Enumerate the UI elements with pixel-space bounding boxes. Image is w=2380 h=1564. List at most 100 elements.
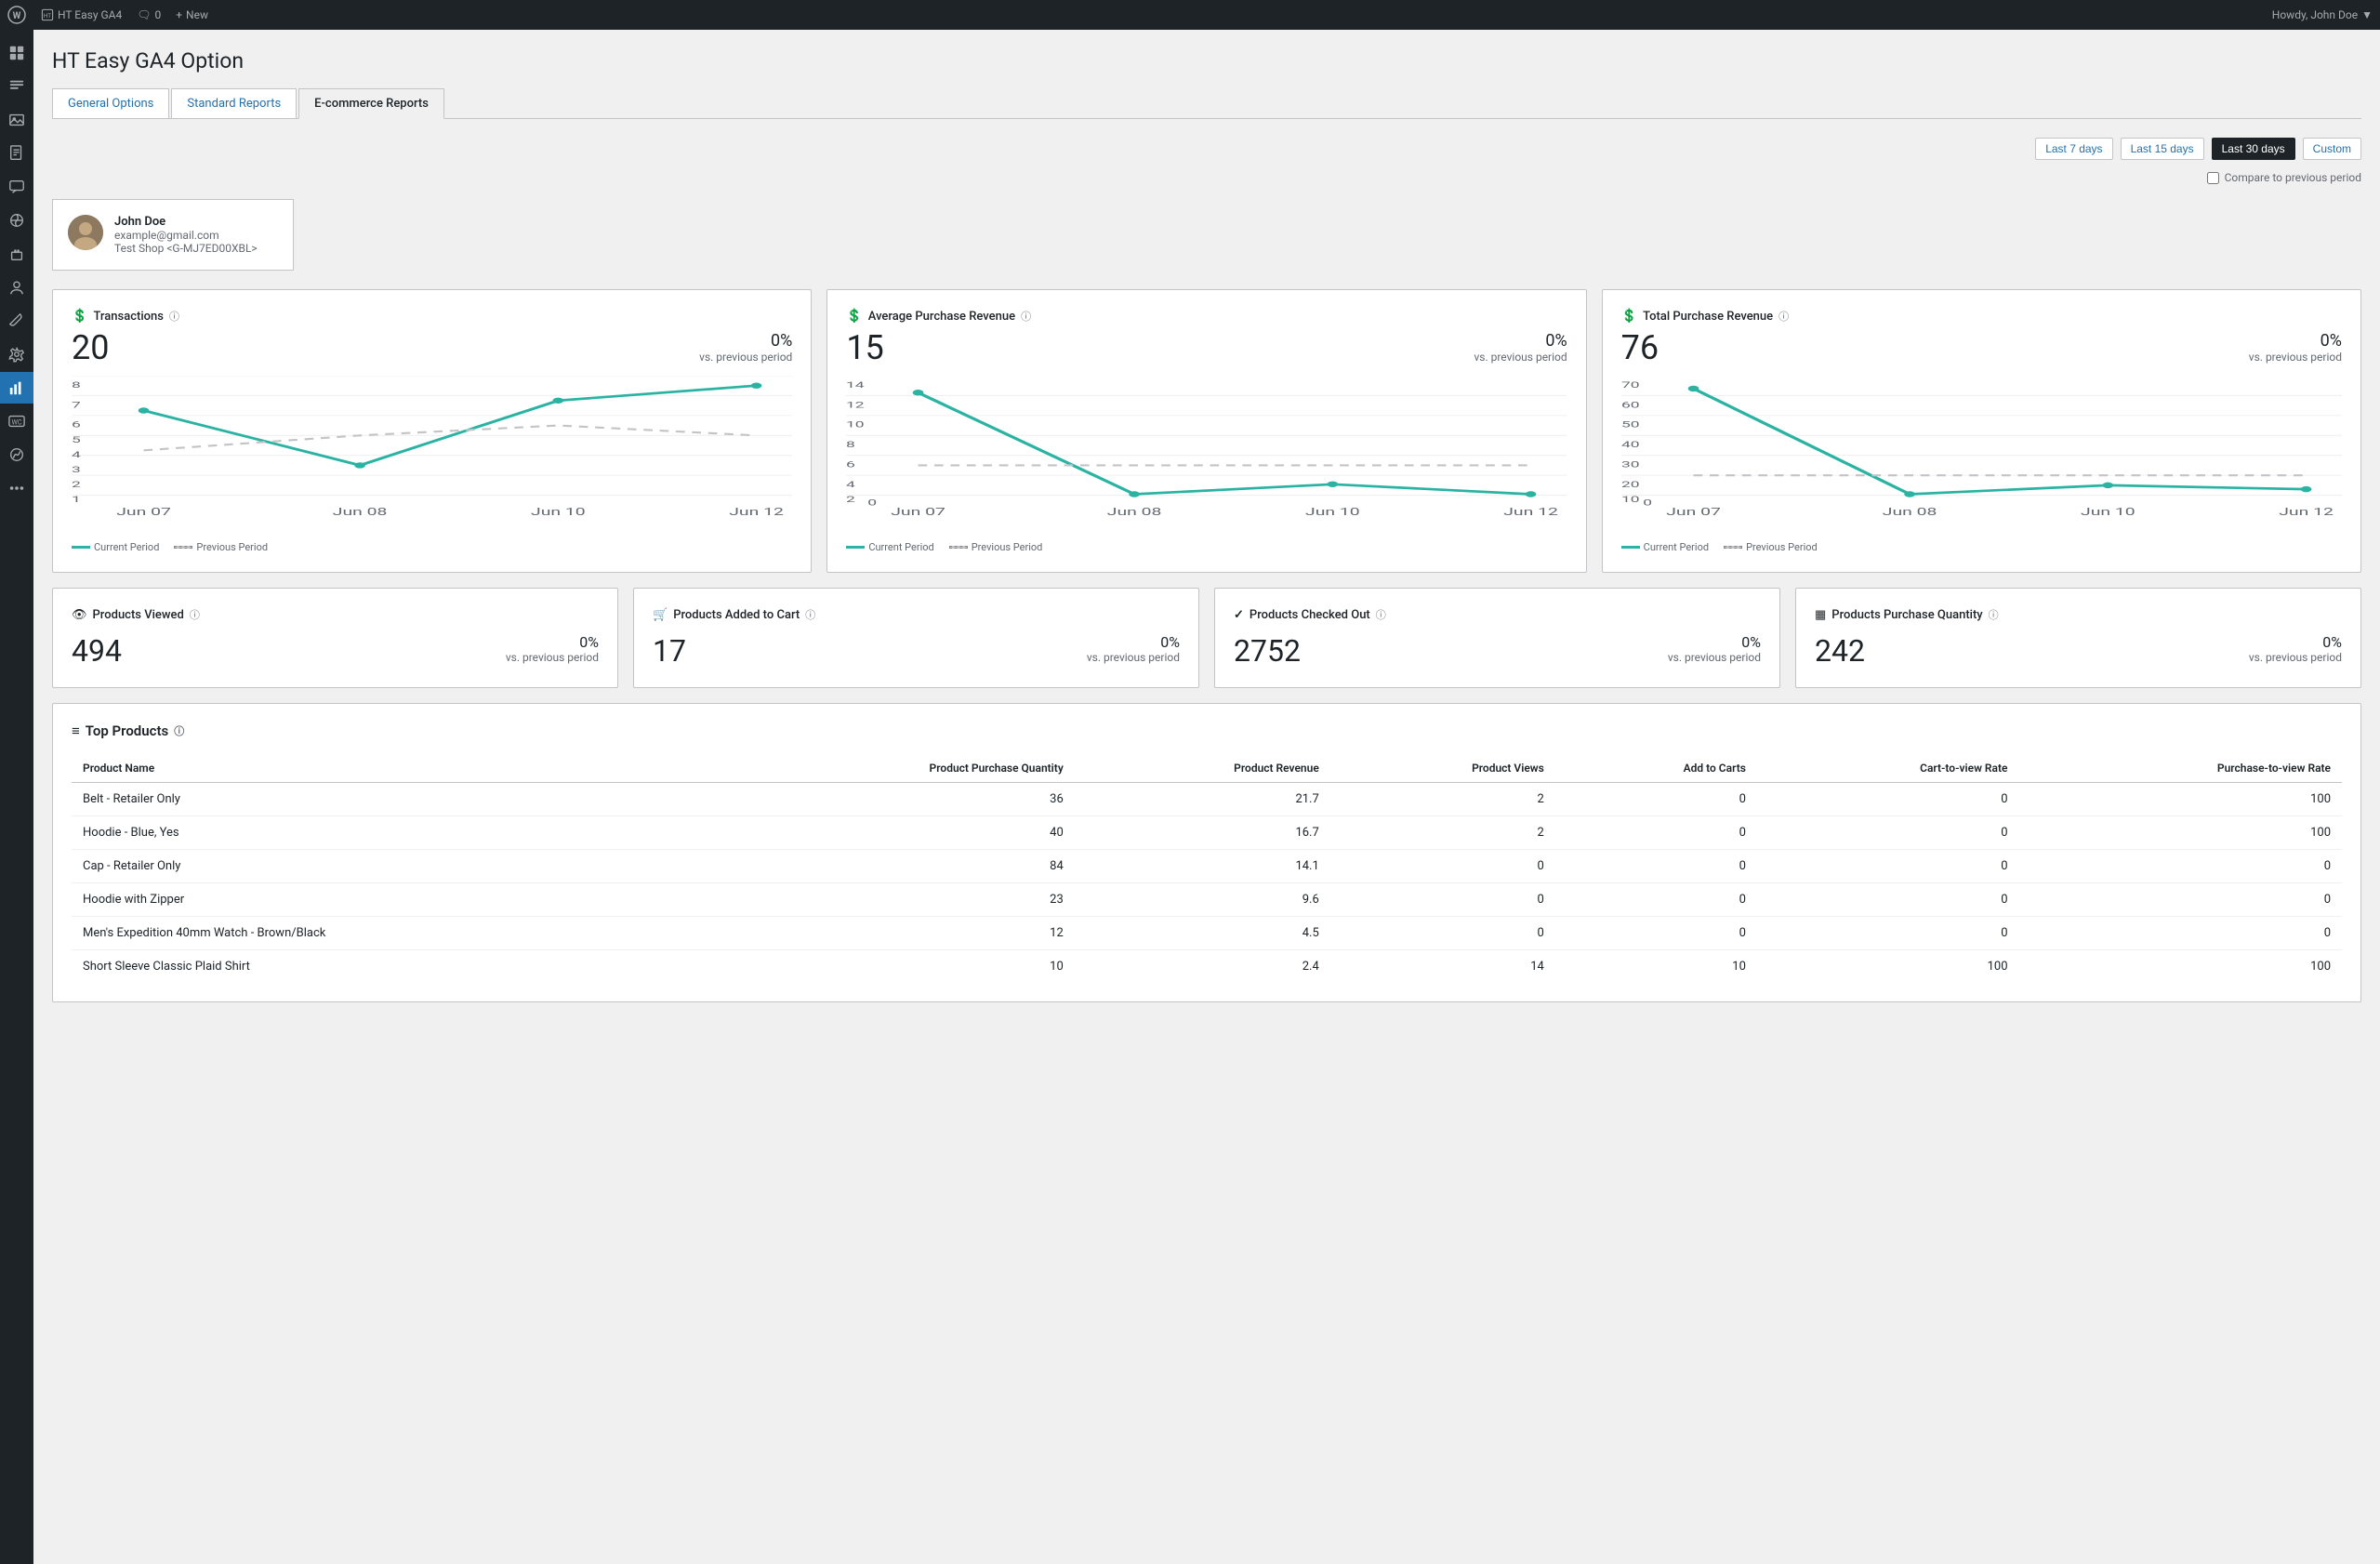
svg-text:0: 0 (868, 497, 878, 508)
svg-text:Jun 12: Jun 12 (729, 506, 784, 515)
comments-item[interactable]: 🗨 0 (137, 8, 161, 21)
svg-text:10: 10 (1621, 495, 1640, 505)
table-row: Men's Expedition 40mm Watch - Brown/Blac… (72, 917, 2342, 950)
cell-views: 0 (1330, 850, 1555, 883)
cell-purchase-qty: 23 (703, 883, 1075, 917)
svg-text:Jun 12: Jun 12 (1504, 506, 1559, 515)
sm-header-purchase-quantity: ▦ Products Purchase Quantity ⓘ (1815, 607, 2342, 622)
cell-revenue: 9.6 (1075, 883, 1330, 917)
dollar-icon-2: 💲 (846, 309, 862, 324)
sidebar-icon-settings[interactable] (0, 338, 33, 370)
metric-help-total-revenue[interactable]: ⓘ (1778, 309, 1789, 324)
legend-swatch-current (72, 546, 90, 549)
wp-logo-item[interactable]: W (7, 6, 26, 24)
tab-general[interactable]: General Options (52, 88, 169, 118)
legend-swatch-previous-3 (1724, 546, 1742, 549)
site-name[interactable]: HT HT Easy GA4 (41, 8, 122, 21)
cell-add-to-carts: 0 (1555, 883, 1757, 917)
svg-text:10: 10 (846, 420, 865, 431)
table-icon: ≡ (72, 722, 80, 739)
chart-legend-avg-revenue: Current Period Previous Period (846, 541, 1567, 553)
cell-cart-view-rate: 0 (1757, 883, 2019, 917)
sidebar-icon-woo[interactable]: WC (0, 405, 33, 437)
btn-custom[interactable]: Custom (2303, 138, 2361, 160)
sidebar-icon-comments[interactable] (0, 171, 33, 203)
sidebar-icon-plugins[interactable] (0, 238, 33, 270)
compare-checkbox[interactable] (2207, 172, 2219, 184)
sidebar-icon-ga4[interactable] (0, 439, 33, 471)
cell-cart-view-rate: 100 (1757, 950, 2019, 984)
cell-purchase-view-rate: 100 (2019, 783, 2343, 816)
metric-change-avg-revenue: 0% vs. previous period (1474, 331, 1567, 364)
sm-help-purchase-quantity[interactable]: ⓘ (1989, 607, 1999, 622)
metric-change-transactions: 0% vs. previous period (699, 331, 792, 364)
tab-standard[interactable]: Standard Reports (171, 88, 297, 118)
compare-label[interactable]: Compare to previous period (2225, 171, 2361, 184)
sm-change-products-viewed: 0% vs. previous period (506, 633, 599, 664)
user-email: example@gmail.com (114, 229, 258, 242)
cell-revenue: 16.7 (1075, 816, 1330, 850)
cell-purchase-view-rate: 0 (2019, 917, 2343, 950)
small-metric-products-viewed: 👁 Products Viewed ⓘ 494 0% vs. previous … (52, 588, 618, 688)
sidebar-icon-tools[interactable] (0, 305, 33, 337)
admin-sidebar: WC (0, 30, 33, 1564)
cell-revenue: 21.7 (1075, 783, 1330, 816)
new-item[interactable]: + New (176, 8, 208, 21)
cell-views: 2 (1330, 816, 1555, 850)
cell-purchase-qty: 10 (703, 950, 1075, 984)
sm-header-products-viewed: 👁 Products Viewed ⓘ (72, 607, 599, 622)
col-purchase-view-rate: Purchase-to-view Rate (2019, 754, 2343, 783)
svg-text:5: 5 (72, 435, 81, 445)
sidebar-icon-posts[interactable] (0, 71, 33, 102)
cell-add-to-carts: 0 (1555, 783, 1757, 816)
cell-product-name: Hoodie - Blue, Yes (72, 816, 703, 850)
metric-help-transactions[interactable]: ⓘ (169, 309, 179, 324)
metric-help-avg-revenue[interactable]: ⓘ (1021, 309, 1031, 324)
sm-value-products-viewed: 494 (72, 633, 122, 669)
table-head: Product Name Product Purchase Quantity P… (72, 754, 2342, 783)
btn-30days[interactable]: Last 30 days (2212, 138, 2295, 160)
svg-text:0: 0 (1643, 497, 1652, 508)
metric-value-row-total-revenue: 76 0% vs. previous period (1621, 331, 2342, 364)
legend-swatch-current-3 (1621, 546, 1640, 549)
sidebar-icon-dashboard[interactable] (0, 37, 33, 69)
sidebar-icon-media[interactable] (0, 104, 33, 136)
sm-value-row-purchase-quantity: 242 0% vs. previous period (1815, 633, 2342, 669)
svg-text:Jun 07: Jun 07 (116, 506, 171, 515)
metric-title-total-revenue: Total Purchase Revenue (1643, 310, 1773, 324)
btn-15days[interactable]: Last 15 days (2121, 138, 2204, 160)
chart-total-revenue: Jun 07 Jun 08 Jun 10 Jun 12 70 60 50 40 … (1621, 376, 2342, 534)
col-add-to-carts: Add to Carts (1555, 754, 1757, 783)
table-row: Hoodie - Blue, Yes 40 16.7 2 0 0 100 (72, 816, 2342, 850)
admin-bar: W HT HT Easy GA4 🗨 0 + New Howdy, John D… (0, 0, 2380, 30)
btn-7days[interactable]: Last 7 days (2035, 138, 2112, 160)
user-info: John Doe example@gmail.com Test Shop <G-… (114, 215, 258, 255)
cell-revenue: 14.1 (1075, 850, 1330, 883)
cell-product-name: Short Sleeve Classic Plaid Shirt (72, 950, 703, 984)
tab-ecommerce[interactable]: E-commerce Reports (298, 88, 444, 119)
svg-text:7: 7 (72, 400, 81, 410)
sm-help-added-to-cart[interactable]: ⓘ (805, 607, 815, 622)
sidebar-icon-analytics[interactable] (0, 372, 33, 404)
cell-purchase-view-rate: 0 (2019, 883, 2343, 917)
sidebar-icon-appearance[interactable] (0, 205, 33, 236)
dollar-icon-3: 💲 (1621, 309, 1637, 324)
metric-title-transactions: Transactions (93, 310, 164, 324)
content-area: Last 7 days Last 15 days Last 30 days Cu… (52, 119, 2361, 1002)
sm-help-checked-out[interactable]: ⓘ (1376, 607, 1386, 622)
sidebar-icon-misc[interactable] (0, 472, 33, 504)
svg-text:6: 6 (846, 459, 855, 470)
sidebar-icon-pages[interactable] (0, 138, 33, 169)
table-header-row: Product Name Product Purchase Quantity P… (72, 754, 2342, 783)
sm-value-row-products-viewed: 494 0% vs. previous period (72, 633, 599, 669)
small-metric-added-to-cart: 🛒 Products Added to Cart ⓘ 17 0% vs. pre… (633, 588, 1199, 688)
cart-icon: 🛒 (653, 608, 668, 622)
howdy-user[interactable]: Howdy, John Doe ▼ (2272, 8, 2373, 21)
legend-previous-3: Previous Period (1724, 541, 1818, 553)
cell-add-to-carts: 0 (1555, 816, 1757, 850)
cell-purchase-view-rate: 100 (2019, 816, 2343, 850)
sidebar-icon-users[interactable] (0, 272, 33, 303)
table-help[interactable]: ⓘ (174, 723, 184, 738)
sm-help-products-viewed[interactable]: ⓘ (190, 607, 200, 622)
legend-current: Current Period (72, 541, 159, 553)
